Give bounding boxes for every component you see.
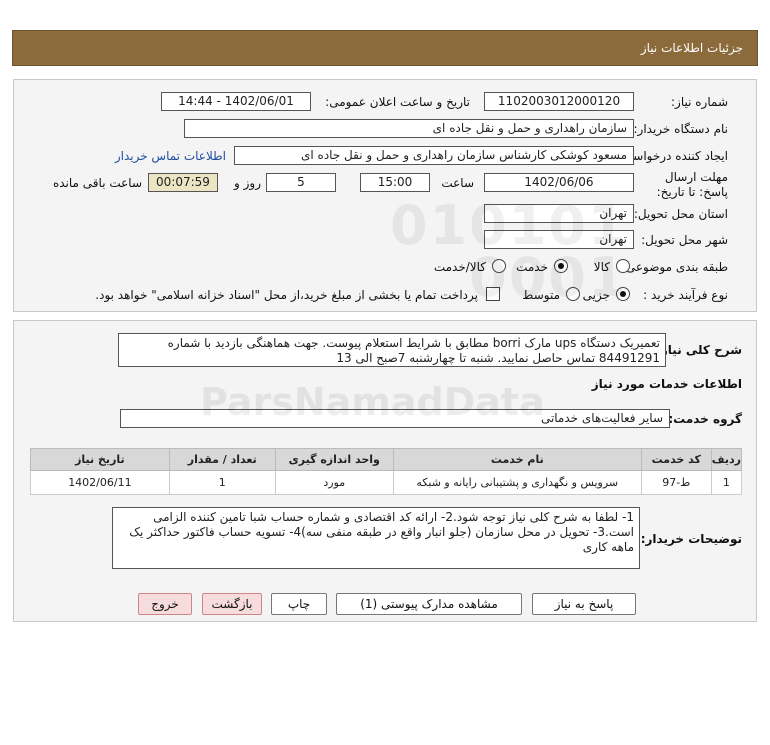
- services-title: اطلاعات خدمات مورد نیاز: [591, 377, 742, 391]
- need-details-panel: شرح کلی نیاز: تعمیریک دستگاه ups مارک bo…: [13, 320, 757, 622]
- category-radio-goods[interactable]: [616, 259, 630, 273]
- category-radio-service[interactable]: [554, 259, 568, 273]
- need-number-field: 1102003012000120: [484, 92, 634, 111]
- days-field: 5: [266, 173, 336, 192]
- col-header-unit: واحد اندازه گیری: [274, 448, 394, 471]
- creator-field: مسعود کوشکی کارشناس سازمان راهداری و حمل…: [234, 146, 634, 165]
- col-header-service-code: کد خدمت: [640, 448, 712, 471]
- category-radio-goods-service[interactable]: [492, 259, 506, 273]
- buyer-org-label: نام دستگاه خریدار:: [633, 122, 729, 136]
- category-label: طبقه بندی موضوعی:: [621, 260, 728, 274]
- buyer-notes-label: توضیحات خریدار:: [640, 532, 742, 546]
- cell-service-name: سرویس و نگهداری و پشتیبانی رایانه و شبکه: [392, 470, 642, 495]
- page-title: جزئیات اطلاعات نیاز: [640, 41, 743, 55]
- category-option-goods: کالا: [593, 260, 610, 274]
- announce-label: تاریخ و ساعت اعلان عمومی:: [325, 95, 470, 109]
- category-option-service: خدمت: [516, 260, 548, 274]
- need-info-panel: شماره نیاز: 1102003012000120 تاریخ و ساع…: [13, 79, 757, 312]
- print-button[interactable]: چاپ: [271, 593, 327, 615]
- view-documents-button[interactable]: مشاهده مدارک پیوستی (1): [336, 593, 522, 615]
- deadline-date-field: 1402/06/06: [484, 173, 634, 192]
- col-header-quantity: تعداد / مقدار: [168, 448, 276, 471]
- cell-need-date: 1402/06/11: [30, 470, 170, 495]
- description-box: تعمیریک دستگاه ups مارک borri مطابق با ش…: [118, 333, 666, 367]
- service-group-field: سایر فعالیت‌های خدماتی: [120, 409, 670, 428]
- process-radio-partial[interactable]: [616, 287, 630, 301]
- remaining-time-field: 00:07:59: [148, 173, 218, 192]
- col-header-row-number: ردیف: [710, 448, 743, 471]
- creator-label: ایجاد کننده درخواست:: [617, 149, 728, 163]
- description-label: شرح کلی نیاز:: [656, 343, 742, 357]
- province-label: استان محل تحویل:: [633, 207, 728, 221]
- treasury-checkbox[interactable]: [486, 287, 500, 301]
- process-radio-medium[interactable]: [566, 287, 580, 301]
- buyer-contact-link[interactable]: اطلاعات تماس خریدار: [115, 149, 226, 163]
- need-number-label: شماره نیاز:: [671, 95, 728, 109]
- remaining-label: ساعت باقی مانده: [52, 176, 142, 190]
- province-field: تهران: [484, 204, 634, 223]
- city-label: شهر محل تحویل:: [641, 233, 728, 247]
- treasury-note: پرداخت تمام یا بخشی از مبلغ خرید،از محل …: [95, 288, 478, 302]
- buyer-org-field: سازمان راهداری و حمل و نقل جاده ای: [184, 119, 634, 138]
- city-field: تهران: [484, 230, 634, 249]
- cell-service-code: ط-97: [640, 470, 712, 495]
- exit-button[interactable]: خروج: [138, 593, 192, 615]
- back-button[interactable]: بازگشت: [202, 593, 262, 615]
- deadline-time-field: 15:00: [360, 173, 430, 192]
- days-label: روز و: [234, 176, 261, 190]
- deadline-label: مهلت ارسال پاسخ: تا تاریخ:: [656, 170, 728, 199]
- services-table: ردیف کد خدمت نام خدمت واحد اندازه گیری ت…: [30, 448, 743, 495]
- cell-row-number: 1: [710, 470, 743, 495]
- cell-quantity: 1: [168, 470, 276, 495]
- cell-unit: مورد: [274, 470, 394, 495]
- col-header-need-date: تاریخ نیاز: [30, 448, 170, 471]
- announce-field: 1402/06/01 - 14:44: [161, 92, 311, 111]
- table-header-row: ردیف کد خدمت نام خدمت واحد اندازه گیری ت…: [30, 448, 743, 471]
- process-label: نوع فرآیند خرید :: [643, 288, 728, 302]
- page-header: جزئیات اطلاعات نیاز: [12, 30, 758, 66]
- col-header-service-name: نام خدمت: [392, 448, 642, 471]
- deadline-time-label: ساعت: [441, 176, 474, 190]
- service-group-label: گروه خدمت:: [668, 412, 742, 426]
- category-option-goods-service: کالا/خدمت: [433, 260, 486, 274]
- table-row: 1 ط-97 سرویس و نگهداری و پشتیبانی رایانه…: [30, 470, 743, 495]
- process-option-partial: جزیی: [582, 288, 610, 302]
- process-option-medium: متوسط: [522, 288, 560, 302]
- reply-button[interactable]: پاسخ به نیاز: [532, 593, 636, 615]
- buyer-notes-box: 1- لطفا به شرح کلی نیاز توجه شود.2- ارائ…: [112, 507, 640, 569]
